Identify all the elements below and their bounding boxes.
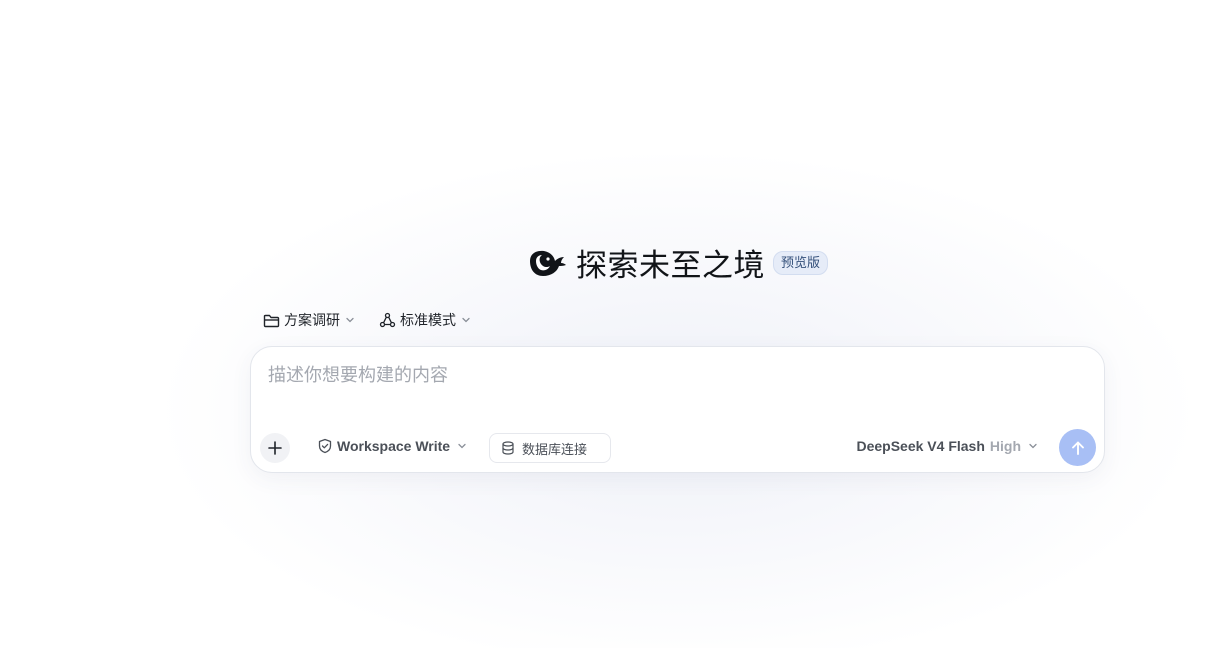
hero-inner: 探索未至之境 预览版 — [527, 240, 828, 285]
model-selector[interactable]: DeepSeek V4 Flash High — [856, 438, 1039, 454]
reasoning-effort: High — [989, 438, 1021, 454]
app-stage: 探索未至之境 预览版 方案调研 标准模式 描述你想要构建的内容 Workspac… — [0, 0, 1205, 648]
composer: Workspace Write 数据库连接 DeepSeek V4 Flash … — [250, 346, 1105, 473]
model-name: DeepSeek V4 Flash — [856, 438, 985, 454]
add-attachment-button[interactable] — [260, 433, 290, 463]
hero: 探索未至之境 预览版 — [0, 240, 1205, 285]
permission-selector[interactable]: Workspace Write — [317, 438, 468, 454]
mode-selector-label: 标准模式 — [400, 312, 456, 328]
database-label: 数据库连接 — [522, 441, 588, 457]
agents-network-icon — [378, 311, 396, 329]
send-button[interactable] — [1059, 429, 1096, 466]
database-connection-button[interactable]: 数据库连接 — [489, 433, 611, 463]
deepseek-whale-icon — [527, 247, 567, 279]
database-icon — [501, 441, 515, 455]
chevron-down-icon — [460, 314, 472, 326]
page-title: 探索未至之境 — [575, 248, 765, 283]
folder-icon — [262, 311, 280, 329]
chevron-down-icon — [344, 314, 356, 326]
project-selector-label: 方案调研 — [284, 312, 340, 328]
shield-check-icon — [317, 438, 333, 454]
plus-icon — [268, 441, 282, 455]
chevron-down-icon — [456, 440, 468, 452]
permission-label: Workspace Write — [337, 438, 451, 454]
arrow-up-icon — [1070, 440, 1086, 456]
selector-row: 方案调研 标准模式 — [262, 310, 472, 330]
prompt-input[interactable] — [268, 365, 1068, 386]
chevron-down-icon — [1027, 440, 1039, 452]
preview-badge: 预览版 — [772, 250, 828, 275]
project-selector[interactable]: 方案调研 — [262, 310, 356, 330]
mode-selector[interactable]: 标准模式 — [378, 310, 472, 330]
